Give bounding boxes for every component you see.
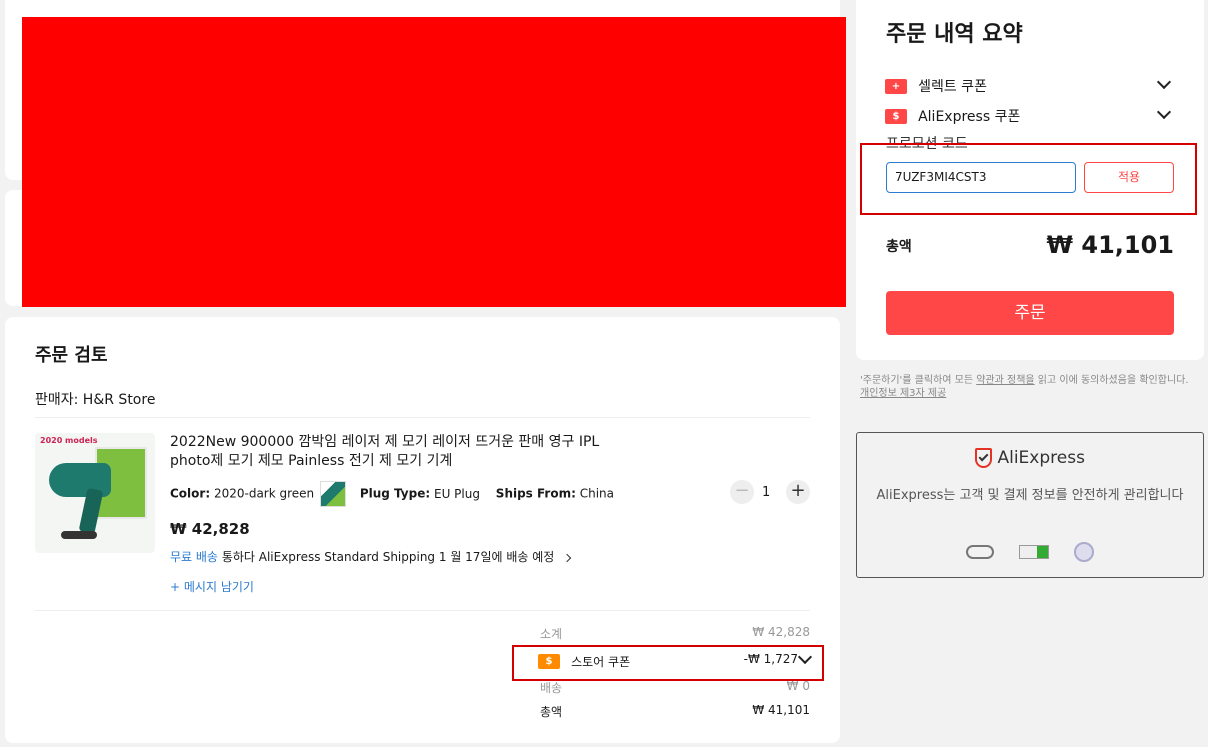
quantity-decrease-button[interactable]: − (730, 480, 754, 504)
ships-from-label: Ships From: (495, 486, 576, 501)
free-shipping-label: 무료 배송 (170, 550, 218, 564)
shield-check-icon (975, 448, 993, 468)
security-badge-toggle-icon (965, 544, 994, 559)
select-coupon-row[interactable]: + 셀렉트 쿠폰 (885, 74, 1173, 95)
aliexpress-coupon-icon: $ (885, 109, 907, 124)
security-message: AliExpress는 고객 및 결제 정보를 안전하게 관리합니다 (876, 488, 1184, 503)
shipping-label: 배송 (540, 681, 563, 695)
summary-total-label: 총액 (886, 239, 912, 255)
ships-from-value: China (579, 486, 615, 501)
aliexpress-coupon-row[interactable]: $ AliExpress 쿠폰 (885, 104, 1173, 125)
terms-text: '주문하기'를 클릭하여 모든 약관과 정책을 읽고 이에 동의하셨음을 확인합… (860, 374, 1200, 400)
terms-suffix: 읽고 이에 동의하셨음을 확인합니다. (1034, 375, 1189, 386)
shipping-text: 통하다 AliExpress Standard Shipping 1 월 17일… (221, 550, 555, 564)
subtotal-label: 소계 (540, 627, 563, 641)
leave-message-link[interactable]: + 메시지 남기기 (170, 578, 254, 595)
subtotal-value: ₩ 42,828 (752, 625, 810, 639)
security-badge-card-icon (1019, 544, 1049, 559)
product-price: ₩ 42,828 (170, 520, 250, 538)
highlight-box-promo-code (860, 143, 1197, 215)
summary-total-value: ₩ 41,101 (1046, 231, 1174, 259)
color-swatch[interactable] (319, 481, 346, 507)
highlight-box-store-coupon (512, 645, 824, 681)
seller-name[interactable]: 판매자: H&R Store (35, 389, 155, 409)
redacted-block (22, 17, 846, 307)
policy-link[interactable]: 약관과 정책을 (976, 375, 1034, 386)
review-total-value: ₩ 41,101 (752, 703, 810, 717)
security-brand: AliExpress (857, 448, 1203, 468)
summary-title: 주문 내역 요약 (886, 22, 1023, 47)
aliexpress-coupon-label: AliExpress 쿠폰 (918, 109, 1021, 125)
product-image-label: 2020 models (40, 436, 98, 445)
shipping-value: ₩ 0 (786, 679, 810, 693)
divider (35, 417, 810, 418)
product-glasses-graphic (61, 531, 97, 539)
divider (35, 610, 810, 611)
select-coupon-label: 셀렉트 쿠폰 (918, 79, 987, 95)
product-title[interactable]: 2022New 900000 깜박임 레이저 제 모기 레이저 뜨거운 판매 영… (170, 433, 630, 471)
plug-value: EU Plug (433, 486, 480, 501)
leave-message-label: 메시지 남기기 (183, 580, 254, 594)
security-brand-label: AliExpress (997, 448, 1085, 468)
check-mark (978, 451, 989, 462)
privacy-link[interactable]: 개인정보 제3자 제공 (860, 388, 946, 399)
security-badges (857, 541, 1203, 562)
order-review-title: 주문 검토 (35, 345, 108, 366)
product-image[interactable]: 2020 models (35, 433, 155, 553)
quantity-value[interactable]: 1 (762, 485, 770, 500)
chevron-right-icon (562, 553, 572, 562)
product-specs: Color: 2020-dark green Plug Type: EU Plu… (170, 481, 614, 507)
terms-prefix: '주문하기'를 클릭하여 모든 (860, 375, 977, 386)
security-card: AliExpress AliExpress는 고객 및 결제 정보를 안전하게 … (856, 432, 1204, 578)
chevron-down-icon[interactable] (1156, 104, 1172, 120)
color-label: Color: (170, 486, 211, 501)
shipping-info[interactable]: 무료 배송 통하다 AliExpress Standard Shipping 1… (170, 548, 572, 565)
plus-icon: + (170, 580, 181, 594)
select-coupon-icon: + (885, 79, 907, 94)
plug-label: Plug Type: (359, 486, 431, 501)
review-total-label: 총액 (540, 705, 563, 719)
color-value: 2020-dark green (213, 486, 315, 501)
chevron-down-icon[interactable] (1156, 74, 1172, 90)
quantity-increase-button[interactable]: + (786, 480, 810, 504)
order-button[interactable]: 주문 (886, 291, 1174, 335)
security-badge-seal-icon (1074, 541, 1095, 562)
